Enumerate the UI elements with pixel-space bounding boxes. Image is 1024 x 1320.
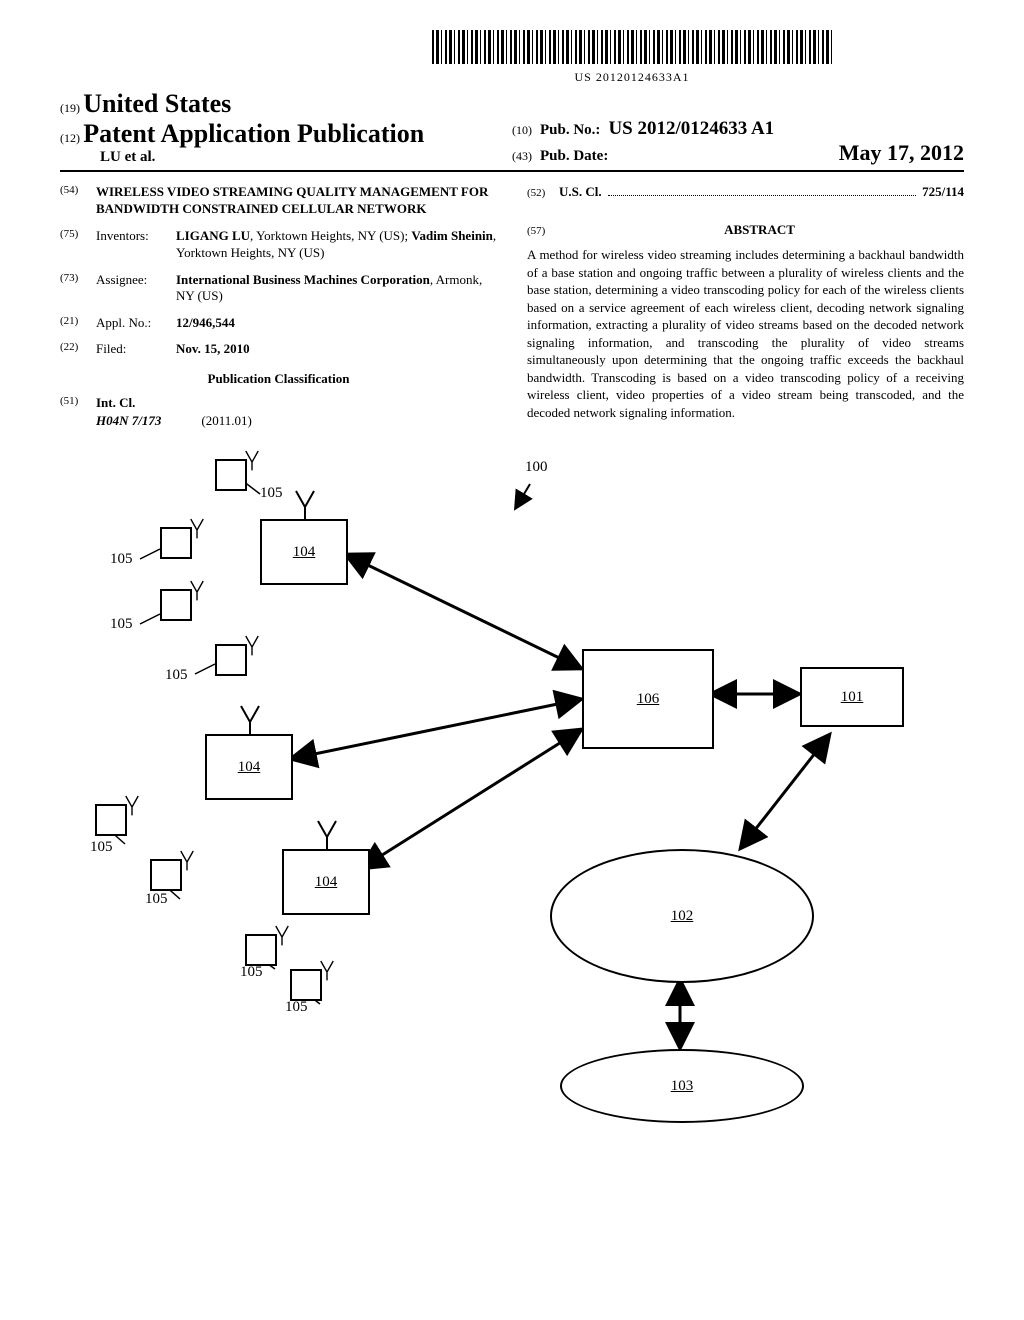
appl-no-value: 12/946,544: [176, 315, 235, 331]
assignee-value: International Business Machines Corporat…: [176, 272, 497, 306]
author-names: LU et al.: [100, 149, 512, 166]
node-106: 106: [582, 649, 714, 749]
figure-arrows: [60, 459, 964, 1139]
field-51-num: (51): [60, 395, 88, 411]
assignee-label: Assignee:: [96, 272, 168, 306]
inventors-label: Inventors:: [96, 228, 168, 262]
node-101-label: 101: [841, 689, 864, 706]
abstract-text: A method for wireless video streaming in…: [527, 246, 964, 421]
int-cl-label: Int. Cl.: [96, 395, 135, 411]
antenna-icon: [314, 819, 340, 849]
barcode-graphic: [432, 30, 832, 64]
antenna-icon: [237, 704, 263, 734]
field-54-num: (54): [60, 184, 88, 218]
node-102: 102: [550, 849, 814, 983]
left-column: (54) WIRELESS VIDEO STREAMING QUALITY MA…: [60, 184, 497, 429]
field-21-num: (21): [60, 315, 88, 331]
node-104-c: 104: [282, 849, 370, 915]
figure-ref-105-g: 105: [240, 964, 263, 981]
tag-10: (10): [512, 123, 532, 138]
field-52-num: (52): [527, 187, 555, 199]
right-column: (52) U.S. Cl. 725/114 (57) ABSTRACT A me…: [527, 184, 964, 429]
assignee-name: International Business Machines Corporat…: [176, 272, 430, 287]
antenna-icon: [123, 794, 141, 816]
tag-12: (12): [60, 131, 80, 145]
pub-date-value: May 17, 2012: [839, 140, 964, 166]
barcode-block: US 20120124633A1: [300, 30, 964, 85]
inventor-1-name: LIGANG LU: [176, 228, 250, 243]
us-cl-value: 725/114: [922, 184, 964, 200]
antenna-icon: [273, 924, 291, 946]
node-103: 103: [560, 1049, 804, 1123]
pub-no-label: Pub. No.:: [540, 122, 600, 139]
figure-ref-105-h: 105: [285, 999, 308, 1016]
abstract-heading: ABSTRACT: [555, 222, 964, 238]
tag-43: (43): [512, 149, 532, 164]
document-type: Patent Application Publication: [83, 119, 424, 148]
inventor-2-name: Vadim Sheinin: [411, 228, 493, 243]
barcode-number: US 20120124633A1: [300, 70, 964, 85]
antenna-icon: [318, 959, 336, 981]
node-104-a-label: 104: [293, 544, 316, 561]
figure-ref-105-c: 105: [110, 616, 133, 633]
field-22-num: (22): [60, 341, 88, 357]
antenna-icon: [178, 849, 196, 871]
node-101: 101: [800, 667, 904, 727]
tag-19: (19): [60, 101, 80, 115]
figure-1: 100 106 101 102 103 104 104 104 105 105: [60, 459, 964, 1139]
node-104-b: 104: [205, 734, 293, 800]
dotted-leader: [608, 185, 916, 196]
figure-ref-105-f: 105: [145, 891, 168, 908]
antenna-icon: [188, 517, 206, 539]
filed-label: Filed:: [96, 341, 168, 357]
figure-ref-105-b: 105: [110, 551, 133, 568]
field-57-num: (57): [527, 225, 555, 237]
filed-value: Nov. 15, 2010: [176, 341, 250, 357]
node-106-label: 106: [637, 691, 660, 708]
pub-date-label: Pub. Date:: [540, 148, 608, 165]
int-cl-year: (2011.01): [201, 413, 251, 429]
invention-title: WIRELESS VIDEO STREAMING QUALITY MANAGEM…: [96, 184, 497, 218]
field-73-num: (73): [60, 272, 88, 306]
int-cl-code: H04N 7/173: [96, 413, 161, 429]
antenna-icon: [292, 489, 318, 519]
node-102-label: 102: [671, 908, 694, 925]
figure-ref-100: 100: [525, 459, 548, 476]
node-104-b-label: 104: [238, 759, 261, 776]
pub-classification-heading: Publication Classification: [60, 371, 497, 387]
document-header: (19) United States (12) Patent Applicati…: [60, 89, 964, 172]
antenna-icon: [243, 634, 261, 656]
figure-ref-105-e: 105: [90, 839, 113, 856]
us-cl-label: U.S. Cl.: [559, 184, 602, 200]
antenna-icon: [243, 449, 261, 471]
appl-no-label: Appl. No.:: [96, 315, 168, 331]
field-75-num: (75): [60, 228, 88, 262]
figure-ref-105-d: 105: [165, 667, 188, 684]
inventors-value: LIGANG LU, Yorktown Heights, NY (US); Va…: [176, 228, 497, 262]
node-103-label: 103: [671, 1078, 694, 1095]
node-104-a: 104: [260, 519, 348, 585]
figure-ref-105-a: 105: [260, 485, 283, 502]
antenna-icon: [188, 579, 206, 601]
inventor-1-addr: , Yorktown Heights, NY (US);: [250, 228, 411, 243]
country-name: United States: [83, 89, 231, 118]
pub-no-value: US 2012/0124633 A1: [608, 118, 774, 140]
node-104-c-label: 104: [315, 874, 338, 891]
